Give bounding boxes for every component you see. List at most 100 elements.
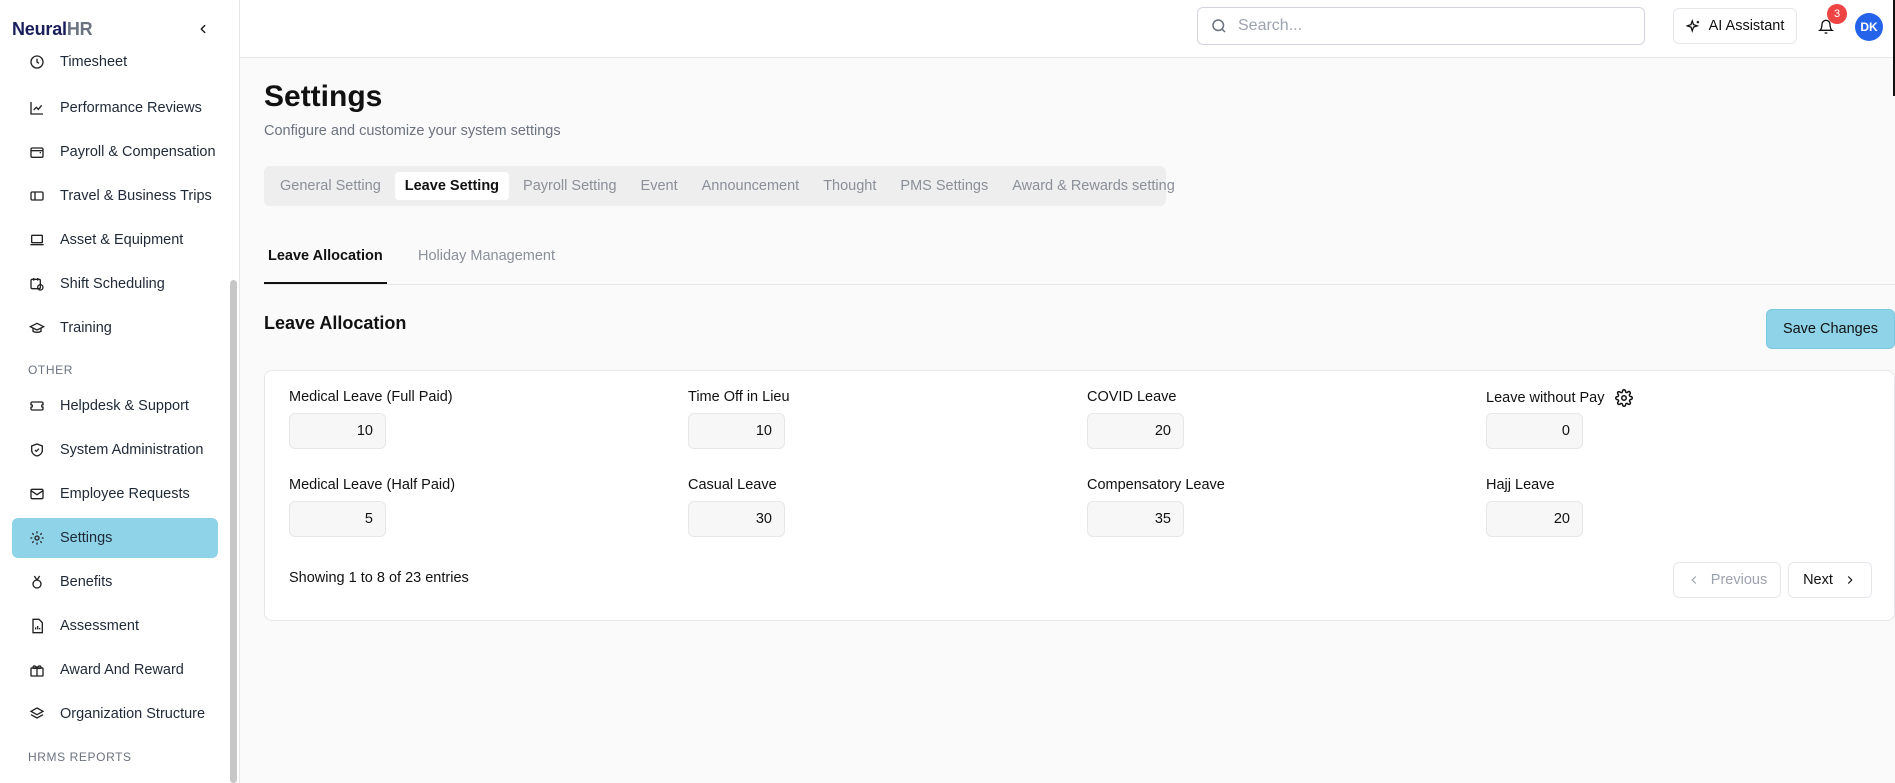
calendar-clock-icon [28,275,46,293]
leave-field: Casual Leave [688,477,785,537]
leave-label: Medical Leave (Half Paid) [289,477,456,493]
previous-page-button[interactable]: Previous [1673,562,1781,598]
app-logo[interactable]: NeuralHR [12,18,93,40]
search-input[interactable] [1238,17,1618,35]
sidebar-scroll-area[interactable]: Timesheet Performance Reviews Payroll & … [0,54,239,783]
leave-field: Medical Leave (Half Paid) [289,477,455,537]
sidebar-item-training[interactable]: Training [12,308,218,348]
collapse-sidebar-button[interactable] [191,17,215,41]
search-icon [1212,19,1226,33]
sidebar-item-label: System Administration [60,442,204,458]
save-changes-button[interactable]: Save Changes [1766,309,1895,349]
medal-icon [28,573,46,591]
chevron-left-icon [1687,573,1701,587]
leave-days-input[interactable] [688,501,785,537]
tab-general-setting[interactable]: General Setting [270,172,391,200]
sidebar-item-travel[interactable]: Travel & Business Trips [12,176,218,216]
tab-announcement[interactable]: Announcement [692,172,810,200]
tab-award-rewards-setting[interactable]: Award & Rewards setting [1002,172,1185,200]
sidebar-item-organization-structure[interactable]: Organization Structure [12,694,218,734]
sidebar-item-label: Organization Structure [60,706,206,722]
leave-field: COVID Leave [1087,389,1184,449]
leave-label: Leave without Pay [1486,390,1605,406]
sidebar-item-label: Benefits [60,574,113,590]
clock-icon [28,53,46,71]
ticket-icon [28,397,46,415]
leave-days-input[interactable] [289,413,386,449]
next-label: Next [1803,572,1833,588]
mail-icon [28,485,46,503]
ticket-icon [28,187,46,205]
sidebar-section-other: OTHER [28,363,73,377]
sidebar-item-benefits[interactable]: Benefits [12,562,218,602]
tab-payroll-setting[interactable]: Payroll Setting [513,172,627,200]
leave-label: COVID Leave [1087,389,1177,405]
sidebar-item-label: Travel & Business Trips [60,188,212,204]
leave-days-input[interactable] [289,501,386,537]
next-page-button[interactable]: Next [1788,562,1872,598]
leave-field: Medical Leave (Full Paid) [289,389,453,449]
leave-field: Compensatory Leave [1087,477,1225,537]
user-avatar[interactable]: DK [1855,13,1883,41]
sidebar-item-label: Payroll & Compensation [60,144,216,160]
tab-leave-setting[interactable]: Leave Setting [394,172,510,200]
leave-label: Hajj Leave [1486,477,1555,493]
sidebar-item-payroll[interactable]: Payroll & Compensation [12,132,218,172]
ai-assistant-button[interactable]: AI Assistant [1673,8,1797,44]
subtab-holiday-management[interactable]: Holiday Management [414,240,559,284]
file-chart-icon [28,617,46,635]
search-box[interactable] [1197,7,1645,45]
leave-days-input[interactable] [1486,501,1583,537]
sidebar-item-label: Timesheet [60,54,128,70]
tab-thought[interactable]: Thought [813,172,886,200]
page-subtitle: Configure and customize your system sett… [264,123,561,139]
leave-label: Casual Leave [688,477,777,493]
leave-days-input[interactable] [1087,501,1184,537]
sidebar: NeuralHR Timesheet Performance Reviews P… [0,0,240,783]
subtab-leave-allocation[interactable]: Leave Allocation [264,240,387,284]
sidebar-item-assessment[interactable]: Assessment [12,606,218,646]
chevron-left-icon [200,24,206,34]
leave-field: Leave without Pay [1486,389,1633,449]
sidebar-item-label: Settings [60,530,113,546]
leave-allocation-card: Medical Leave (Full Paid) Time Off in Li… [264,370,1895,621]
graduation-cap-icon [28,319,46,337]
tab-event[interactable]: Event [631,172,688,200]
chevron-right-icon [1843,573,1857,587]
sidebar-item-employee-requests[interactable]: Employee Requests [12,474,218,514]
chart-icon [28,99,46,117]
sidebar-item-award-and-reward[interactable]: Award And Reward [12,650,218,690]
leave-days-input[interactable] [1486,413,1583,449]
sparkles-icon [1685,18,1701,34]
gift-icon [28,661,46,679]
sidebar-section-hrms-reports: HRMS REPORTS [28,750,132,764]
notification-badge: 3 [1827,4,1847,24]
laptop-icon [28,231,46,249]
sidebar-item-system-administration[interactable]: System Administration [12,430,218,470]
sidebar-item-shift-scheduling[interactable]: Shift Scheduling [12,264,218,304]
leave-label: Compensatory Leave [1087,477,1225,493]
page-title: Settings [264,80,383,113]
leave-days-input[interactable] [1087,413,1184,449]
leave-field: Time Off in Lieu [688,389,790,449]
sidebar-item-performance-reviews[interactable]: Performance Reviews [12,88,218,128]
pagination-info: Showing 1 to 8 of 23 entries [289,570,469,586]
sidebar-item-label: Helpdesk & Support [60,398,189,414]
section-title: Leave Allocation [264,313,407,333]
sidebar-scrollbar[interactable] [230,280,237,783]
sidebar-item-label: Employee Requests [60,486,190,502]
sidebar-item-asset[interactable]: Asset & Equipment [12,220,218,260]
sidebar-item-helpdesk[interactable]: Helpdesk & Support [12,386,218,426]
sidebar-item-label: Asset & Equipment [60,232,184,248]
ai-assistant-label: AI Assistant [1708,18,1785,34]
gear-icon[interactable] [1614,389,1633,407]
leave-days-input[interactable] [688,413,785,449]
sidebar-item-settings[interactable]: Settings [12,518,218,558]
sidebar-item-label: Performance Reviews [60,100,202,116]
logo-text-part2: HR [66,18,93,39]
top-bar: AI Assistant 3 DK [240,0,1895,58]
sidebar-item-label: Assessment [60,618,139,634]
sidebar-item-label: Training [60,320,112,336]
tab-pms-settings[interactable]: PMS Settings [890,172,998,200]
sidebar-item-timesheet[interactable]: Timesheet [12,42,218,82]
